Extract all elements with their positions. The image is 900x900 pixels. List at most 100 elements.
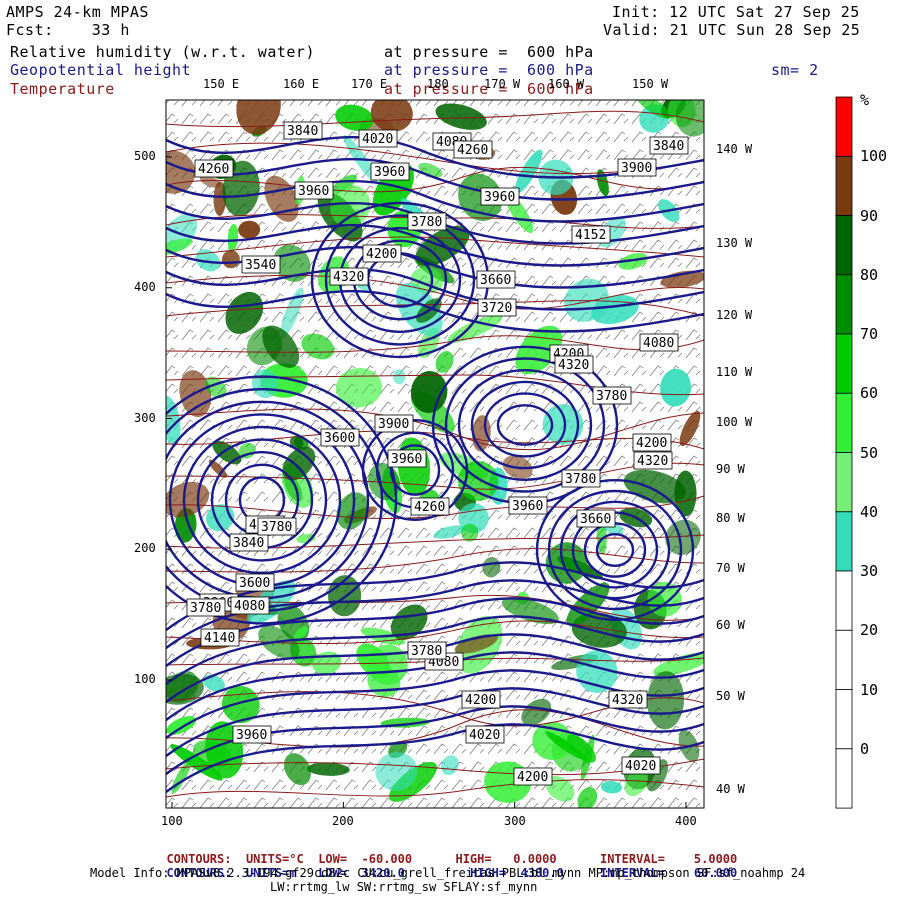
svg-text:4200: 4200 xyxy=(366,247,397,262)
y-tick-label: 100 xyxy=(134,672,156,686)
x-tick-label: 100 xyxy=(161,814,183,828)
svg-text:4200: 4200 xyxy=(465,693,496,708)
height-label: 3900 xyxy=(374,414,414,433)
height-label: 3780 xyxy=(186,598,226,617)
colorbar-segment xyxy=(835,689,853,750)
colorbar-label: 90 xyxy=(860,207,879,225)
svg-text:4020: 4020 xyxy=(469,728,500,743)
height-label: 3720 xyxy=(477,298,517,317)
height-label: 3600 xyxy=(235,573,275,592)
height-label: 4260 xyxy=(410,497,450,516)
svg-text:4080: 4080 xyxy=(643,336,674,351)
svg-text:3660: 3660 xyxy=(580,512,611,527)
height-label: 3960 xyxy=(480,187,520,206)
height-label: 4020 xyxy=(621,756,661,775)
svg-text:4320: 4320 xyxy=(558,358,589,373)
height-label: 4152 xyxy=(571,225,611,244)
height-label: 3600 xyxy=(320,428,360,447)
height-label: 3840 xyxy=(649,136,689,155)
right-longitude-label: 110 W xyxy=(716,365,753,379)
height-label: 4140 xyxy=(200,628,240,647)
height-label: 4260 xyxy=(453,140,493,159)
height-label: 3960 xyxy=(232,725,272,744)
height-label: 4320 xyxy=(633,451,673,470)
height-label: 4200 xyxy=(461,690,501,709)
right-longitude-label: 70 W xyxy=(716,561,745,575)
colorbar-segment xyxy=(835,511,853,572)
colorbar-segment xyxy=(835,452,853,513)
svg-text:4260: 4260 xyxy=(198,162,229,177)
colorbar-unit: % xyxy=(860,91,870,109)
svg-text:3600: 3600 xyxy=(239,576,270,591)
height-label: 4200 xyxy=(513,767,553,786)
svg-text:3840: 3840 xyxy=(233,536,264,551)
colorbar-segment xyxy=(835,274,853,335)
top-longitude-label: 160 E xyxy=(283,77,320,91)
svg-text:3900: 3900 xyxy=(621,161,652,176)
svg-text:3780: 3780 xyxy=(596,389,627,404)
svg-text:3780: 3780 xyxy=(261,520,292,535)
height-label: 3540 xyxy=(241,255,281,274)
svg-text:3960: 3960 xyxy=(236,728,267,743)
height-label: 3660 xyxy=(576,509,616,528)
svg-text:3660: 3660 xyxy=(480,273,511,288)
top-longitude-label: 180 xyxy=(427,77,449,91)
svg-text:4320: 4320 xyxy=(637,454,668,469)
svg-text:4020: 4020 xyxy=(362,132,393,147)
top-longitude-label: 150 W xyxy=(632,77,669,91)
map-plot: 4320396042004080420042604080390038404020… xyxy=(165,96,853,809)
svg-text:3540: 3540 xyxy=(245,258,276,273)
colorbar-segment xyxy=(835,748,853,809)
y-tick-label: 500 xyxy=(134,149,156,163)
svg-text:3900: 3900 xyxy=(378,417,409,432)
svg-text:3840: 3840 xyxy=(653,139,684,154)
right-longitude-label: 40 W xyxy=(716,782,745,796)
top-longitude-label: 170 W xyxy=(484,77,521,91)
svg-text:4152: 4152 xyxy=(575,228,606,243)
height-label: 3960 xyxy=(294,181,334,200)
height-label: 3780 xyxy=(561,469,601,488)
top-longitude-label: 150 E xyxy=(203,77,240,91)
height-label: 3840 xyxy=(283,121,323,140)
height-label: 3780 xyxy=(407,212,447,231)
svg-text:4320: 4320 xyxy=(612,693,643,708)
svg-text:4020: 4020 xyxy=(625,759,656,774)
svg-text:3720: 3720 xyxy=(481,301,512,316)
svg-text:3780: 3780 xyxy=(411,644,442,659)
svg-text:4140: 4140 xyxy=(204,631,235,646)
x-tick-label: 400 xyxy=(675,814,697,828)
y-tick-label: 300 xyxy=(134,411,156,425)
svg-text:3960: 3960 xyxy=(298,184,329,199)
height-label: 4020 xyxy=(465,725,505,744)
right-longitude-label: 120 W xyxy=(716,308,753,322)
height-label: 4320 xyxy=(608,690,648,709)
svg-text:3600: 3600 xyxy=(324,431,355,446)
colorbar-segment xyxy=(835,333,853,394)
right-longitude-label: 60 W xyxy=(716,618,745,632)
y-tick-label: 200 xyxy=(134,541,156,555)
x-tick-label: 200 xyxy=(332,814,354,828)
right-longitude-label: 50 W xyxy=(716,689,745,703)
colorbar-label: 10 xyxy=(860,681,879,699)
svg-text:3960: 3960 xyxy=(391,452,422,467)
svg-text:4200: 4200 xyxy=(636,436,667,451)
svg-text:4260: 4260 xyxy=(414,500,445,515)
x-tick-label: 300 xyxy=(504,814,526,828)
colorbar-label: 40 xyxy=(860,503,879,521)
colorbar-segment xyxy=(835,392,853,453)
height-label: 4080 xyxy=(230,596,270,615)
colorbar-label: 100 xyxy=(860,147,888,165)
svg-text:3960: 3960 xyxy=(484,190,515,205)
svg-text:3840: 3840 xyxy=(287,124,318,139)
height-label: 3840 xyxy=(229,533,269,552)
height-label: 4320 xyxy=(329,267,369,286)
right-longitude-label: 80 W xyxy=(716,511,745,525)
svg-text:3780: 3780 xyxy=(565,472,596,487)
colorbar-label: 60 xyxy=(860,384,879,402)
colorbar-label: 70 xyxy=(860,325,879,343)
height-label: 4320 xyxy=(554,355,594,374)
svg-text:4320: 4320 xyxy=(333,270,364,285)
colorbar-segment xyxy=(835,215,853,276)
height-label: 4080 xyxy=(639,333,679,352)
height-label: 3900 xyxy=(617,158,657,177)
